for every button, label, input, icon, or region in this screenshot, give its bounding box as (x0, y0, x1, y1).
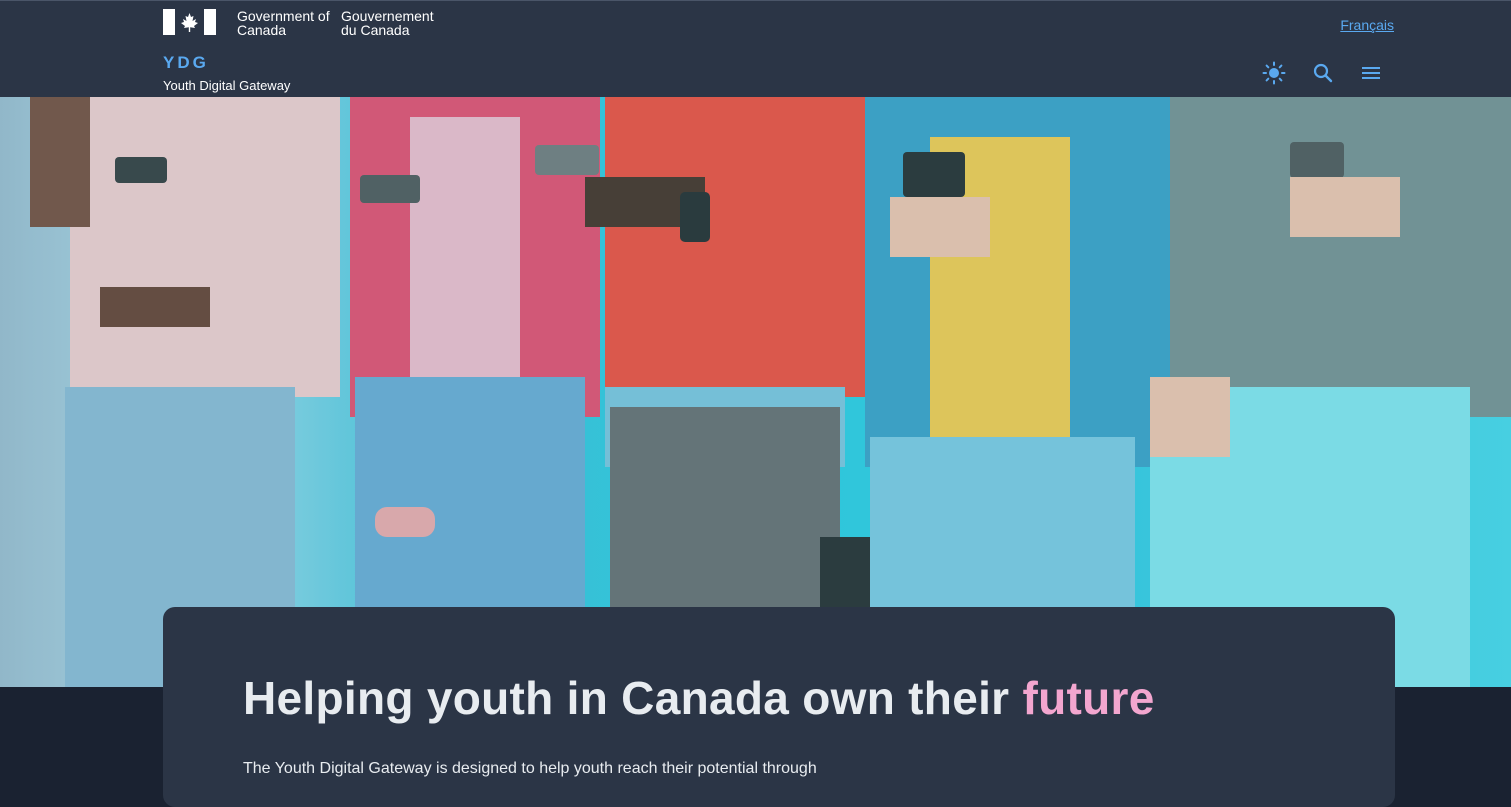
menu-button[interactable] (1359, 61, 1383, 85)
theme-toggle-button[interactable] (1262, 61, 1286, 85)
government-of-canada-signature[interactable]: Government of Canada Gouvernement du Can… (163, 9, 451, 37)
site-acronym[interactable]: YDG (163, 53, 209, 73)
site-header: Government of Canada Gouvernement du Can… (0, 0, 1511, 97)
government-fr-label: Gouvernement du Canada (341, 8, 434, 38)
language-toggle-link[interactable]: Français (1340, 17, 1394, 33)
hero-headline: Helping youth in Canada own their future (243, 671, 1155, 725)
headline-highlight: future (1022, 672, 1155, 724)
youth-with-phones-illustration (0, 97, 1511, 687)
government-en-label: Government of Canada (237, 8, 330, 38)
sun-icon (1262, 61, 1286, 85)
hero-image (0, 97, 1511, 687)
canada-flag-icon (163, 9, 216, 35)
headline-main: Helping youth in Canada own their (243, 672, 1010, 724)
site-name: Youth Digital Gateway (163, 78, 291, 93)
intro-paragraph: The Youth Digital Gateway is designed to… (243, 760, 817, 777)
hamburger-menu-icon (1362, 67, 1380, 79)
search-button[interactable] (1311, 61, 1335, 85)
search-icon (1313, 63, 1333, 83)
intro-card: Helping youth in Canada own their future… (163, 607, 1395, 807)
